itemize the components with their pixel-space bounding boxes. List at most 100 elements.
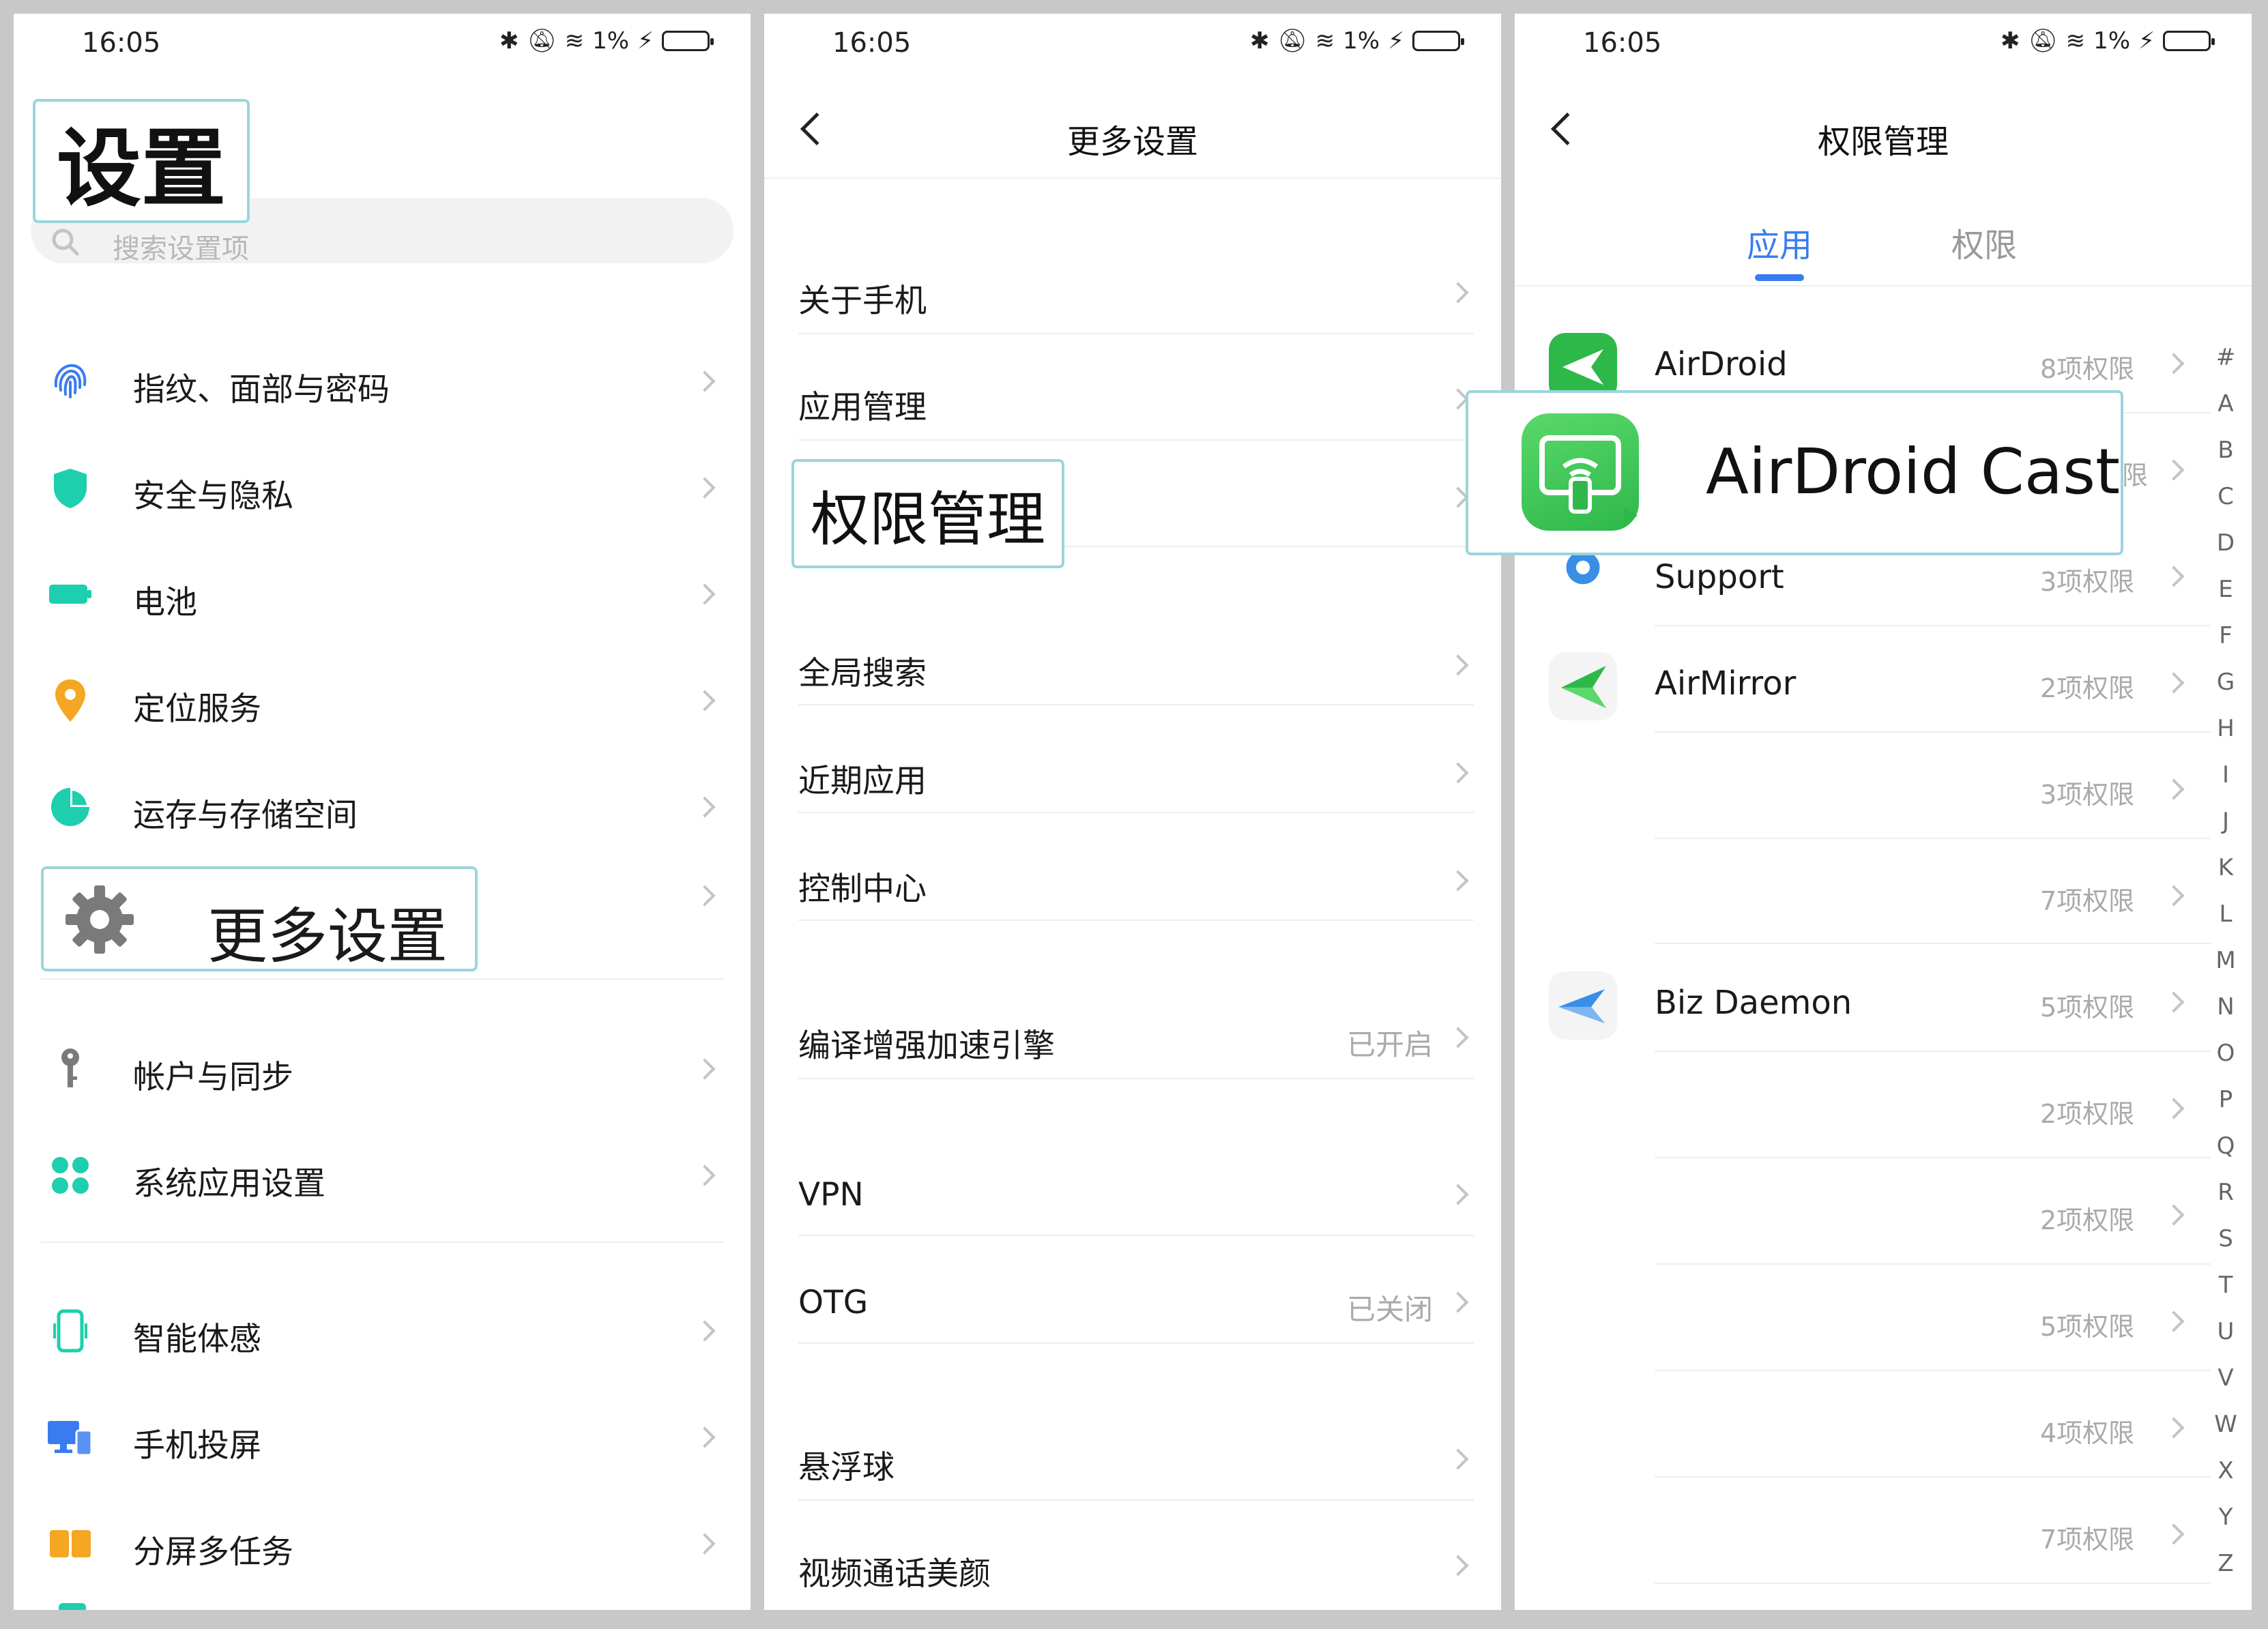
alphabet-index-letter[interactable]: C: [2218, 473, 2234, 520]
permission-count: 2项权限: [2040, 673, 2135, 703]
wifi-icon: ≋: [564, 27, 585, 55]
app-row-hidden[interactable]: 3项权限: [1515, 733, 2252, 839]
alphabet-index-letter[interactable]: X: [2218, 1448, 2233, 1494]
app-row-hidden[interactable]: 5项权限: [1515, 1265, 2252, 1371]
settings-item-about-phone[interactable]: 关于手机: [764, 239, 1501, 327]
alphabet-index-letter[interactable]: F: [2219, 613, 2233, 659]
settings-item-fingerprint[interactable]: 指纹、面部与密码: [14, 327, 751, 416]
app-name: AirDroid: [1655, 345, 1788, 383]
fingerprint-icon: [46, 357, 94, 405]
alphabet-index-letter[interactable]: L: [2220, 891, 2233, 937]
permission-count: 3项权限: [2040, 780, 2135, 810]
alphabet-index-letter[interactable]: D: [2217, 520, 2235, 566]
alphabet-index-letter[interactable]: G: [2217, 659, 2235, 705]
alphabet-index-letter[interactable]: M: [2215, 937, 2235, 984]
divider: [798, 704, 1474, 705]
app-row-hidden[interactable]: 7项权限: [1515, 1478, 2252, 1584]
divider: [1515, 285, 2252, 287]
chevron-right-icon: [2163, 1417, 2185, 1439]
apps-grid-icon: [46, 1151, 94, 1199]
settings-item-motion[interactable]: 智能体感: [14, 1277, 751, 1366]
settings-item-label: 应用管理: [798, 389, 927, 426]
charging-icon: ⚡︎: [1388, 27, 1404, 55]
app-row-hidden[interactable]: 2项权限: [1515, 1158, 2252, 1265]
settings-item-global-search[interactable]: 全局搜索: [764, 611, 1501, 700]
alphabet-index-letter[interactable]: J: [2222, 798, 2229, 845]
alphabet-index-letter[interactable]: S: [2218, 1216, 2233, 1262]
divider: [798, 1235, 1474, 1236]
settings-item-screen-cast[interactable]: 手机投屏: [14, 1383, 751, 1472]
mute-icon: 🔕︎: [527, 27, 557, 55]
app-row-hidden[interactable]: 7项权限: [1515, 839, 2252, 945]
chevron-right-icon: [694, 583, 716, 605]
charging-icon: ⚡︎: [2138, 27, 2155, 55]
settings-item-vpn[interactable]: VPN: [764, 1141, 1501, 1229]
settings-item-storage[interactable]: 运存与存储空间: [14, 753, 751, 842]
settings-item-accounts[interactable]: 帐户与同步: [14, 1015, 751, 1104]
alphabet-index-letter[interactable]: A: [2218, 381, 2233, 427]
more-settings-highlight[interactable]: 更多设置: [41, 866, 478, 971]
chevron-right-icon: [1447, 282, 1469, 304]
alphabet-index-letter[interactable]: R: [2218, 1169, 2234, 1216]
alphabet-index-letter[interactable]: P: [2219, 1076, 2233, 1123]
settings-item-system-apps[interactable]: 系统应用设置: [14, 1121, 751, 1210]
alphabet-index-letter[interactable]: K: [2218, 845, 2233, 891]
alphabet-index-letter[interactable]: I: [2222, 752, 2229, 798]
chevron-right-icon: [2163, 778, 2185, 800]
settings-item-location[interactable]: 定位服务: [14, 647, 751, 735]
chevron-right-icon: [1447, 1291, 1469, 1313]
chevron-right-icon: [2163, 672, 2185, 694]
alphabet-index-letter[interactable]: T: [2219, 1262, 2233, 1308]
alphabet-index-letter[interactable]: Y: [2219, 1494, 2233, 1540]
status-time: 16:05: [82, 27, 161, 59]
battery-percent: 1%: [592, 27, 630, 55]
airdroid-cast-highlight[interactable]: AirDroid Cast: [1466, 390, 2123, 555]
alphabet-index-letter[interactable]: N: [2217, 984, 2234, 1030]
alphabet-index[interactable]: # A B C D E F G H I J K L M N O P Q R S T U V W X Y Z: [2212, 334, 2239, 1587]
settings-item-video-beauty[interactable]: 视频通话美颜: [764, 1512, 1501, 1600]
divider: [798, 439, 1474, 441]
chevron-right-icon: [1447, 1027, 1469, 1048]
app-row-airmirror[interactable]: AirMirror 2项权限: [1515, 626, 2252, 733]
chevron-right-icon: [2163, 1310, 2185, 1332]
alphabet-index-letter[interactable]: Z: [2218, 1540, 2233, 1587]
alphabet-index-letter[interactable]: E: [2218, 566, 2233, 613]
settings-item-security[interactable]: 安全与隐私: [14, 434, 751, 523]
settings-item-compile-engine[interactable]: 编译增强加速引擎 已开启: [764, 984, 1501, 1072]
more-settings-panel: 16:05 ✱ 🔕︎ ≋ 1% ⚡︎ 更多设置 关于手机 应用管理 权限管理 全…: [764, 14, 1501, 1610]
permission-management-highlight[interactable]: 权限管理: [791, 459, 1064, 568]
chevron-right-icon: [694, 1058, 716, 1080]
alphabet-index-letter[interactable]: B: [2218, 427, 2233, 473]
chevron-right-icon: [694, 1320, 716, 1342]
settings-item-recent-apps[interactable]: 近期应用: [764, 719, 1501, 808]
settings-item-control-center[interactable]: 控制中心: [764, 827, 1501, 915]
tab-apps[interactable]: 应用: [1747, 218, 1812, 266]
settings-item-label: 分屏多任务: [133, 1533, 293, 1571]
alphabet-index-letter[interactable]: V: [2218, 1355, 2233, 1401]
charging-icon: ⚡︎: [637, 27, 654, 55]
tab-permissions[interactable]: 权限: [1951, 218, 2017, 266]
page-title: 更多设置: [1066, 123, 1198, 161]
settings-item-split-screen[interactable]: 分屏多任务: [14, 1490, 751, 1579]
wifi-icon: ≋: [2065, 27, 2086, 55]
divider: [798, 1342, 1474, 1344]
alphabet-index-letter[interactable]: W: [2214, 1401, 2237, 1448]
app-row-hidden[interactable]: 4项权限: [1515, 1371, 2252, 1478]
settings-item-app-management[interactable]: 应用管理: [764, 345, 1501, 434]
chevron-right-icon: [2163, 1523, 2185, 1545]
settings-item-floating-ball[interactable]: 悬浮球: [764, 1405, 1501, 1494]
settings-item-label: 安全与隐私: [133, 478, 293, 515]
alphabet-index-letter[interactable]: U: [2218, 1308, 2235, 1355]
app-row-biz-daemon[interactable]: Biz Daemon 5项权限: [1515, 945, 2252, 1052]
alphabet-index-letter[interactable]: Q: [2217, 1123, 2235, 1169]
alphabet-index-letter[interactable]: #: [2216, 334, 2236, 381]
settings-item-otg[interactable]: OTG 已关闭: [764, 1248, 1501, 1337]
settings-item-label: 控制中心: [798, 870, 927, 908]
settings-item-battery[interactable]: 电池: [14, 540, 751, 629]
alphabet-index-letter[interactable]: H: [2217, 705, 2235, 752]
alphabet-index-letter[interactable]: O: [2217, 1030, 2235, 1076]
app-row-hidden[interactable]: 2项权限: [1515, 1052, 2252, 1158]
partial-item-icon: [59, 1603, 86, 1610]
chevron-right-icon: [694, 370, 716, 392]
battery-icon: [662, 31, 714, 51]
